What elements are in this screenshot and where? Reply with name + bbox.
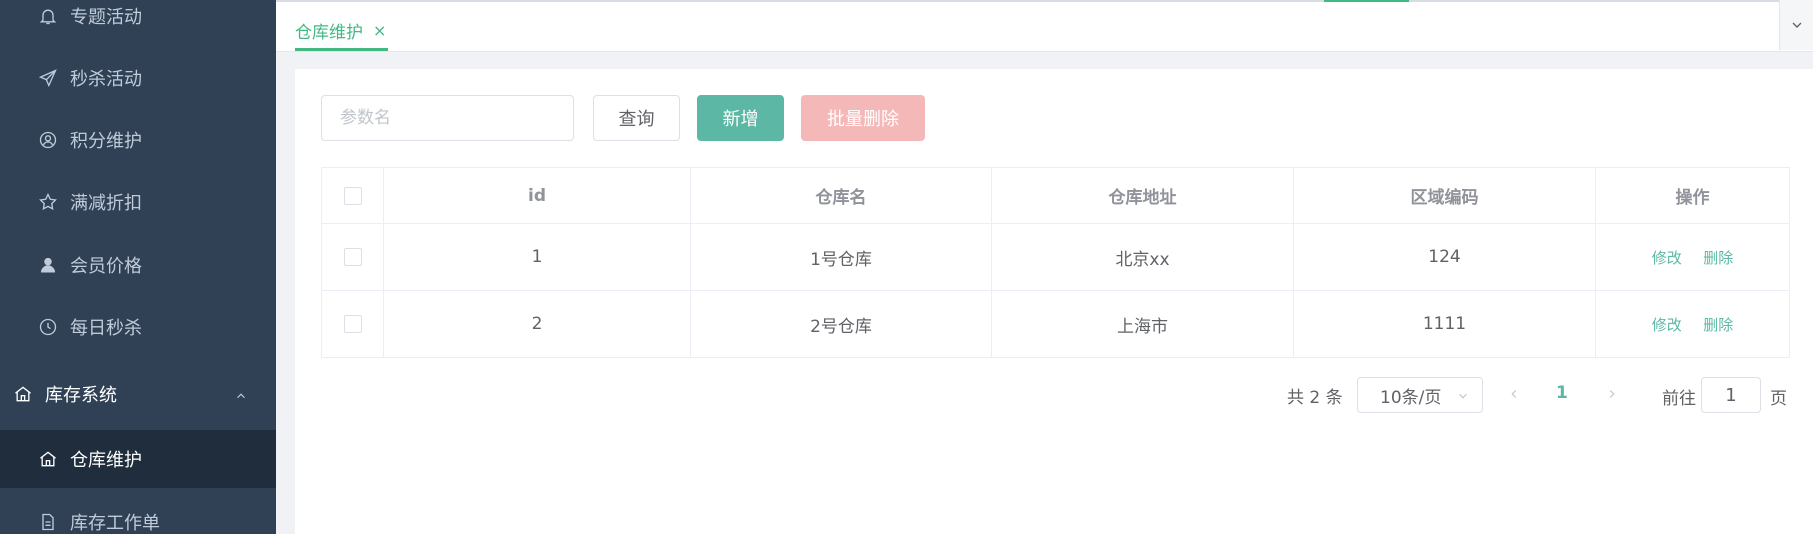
sidebar-item-label: 每日秒杀 <box>70 318 142 339</box>
row-checkbox[interactable] <box>343 315 362 333</box>
send-icon <box>38 68 58 88</box>
pagination: 共 2 条 10条/页 1 前往 页 <box>295 377 1813 413</box>
header-checkbox-cell <box>321 167 384 224</box>
tab-label: 仓库维护 <box>295 22 363 43</box>
cell-actions: 修改 删除 <box>1595 223 1790 291</box>
sidebar-item-label: 库存工作单 <box>70 513 160 534</box>
add-button[interactable]: 新增 <box>697 95 784 141</box>
cell-name: 2号仓库 <box>690 290 992 358</box>
batch-delete-button[interactable]: 批量删除 <box>801 95 925 141</box>
next-page-button[interactable] <box>1605 385 1619 406</box>
tab-warehouse[interactable]: 仓库维护 × <box>295 10 386 50</box>
delete-link[interactable]: 删除 <box>1703 316 1733 334</box>
sidebar-item-label: 仓库维护 <box>70 450 142 471</box>
column-header-name: 仓库名 <box>690 167 992 224</box>
sidebar-item-label: 专题活动 <box>70 7 142 28</box>
sidebar-item-daily-flash[interactable]: 每日秒杀 <box>0 298 276 356</box>
user-circle-icon <box>38 130 58 150</box>
star-icon <box>38 192 58 212</box>
warehouse-table: id 仓库名 仓库地址 区域编码 操作 1 1号仓库 北京xx 124 修改 删… <box>321 167 1790 358</box>
table-row: 1 1号仓库 北京xx 124 修改 删除 <box>321 223 1790 291</box>
document-icon <box>38 512 58 532</box>
close-icon[interactable]: × <box>373 21 386 40</box>
sidebar-item-member-price[interactable]: 会员价格 <box>0 236 276 294</box>
search-input[interactable] <box>321 95 574 141</box>
sidebar-item-points[interactable]: 积分维护 <box>0 111 276 169</box>
edit-link[interactable]: 修改 <box>1652 249 1682 267</box>
tab-active-indicator <box>295 48 388 51</box>
sidebar-item-label: 秒杀活动 <box>70 69 142 90</box>
cell-address: 上海市 <box>991 290 1294 358</box>
sidebar-item-stock-worksheet[interactable]: 库存工作单 <box>0 493 276 534</box>
user-icon <box>38 255 58 275</box>
column-header-address: 仓库地址 <box>991 167 1294 224</box>
table-row: 2 2号仓库 上海市 1111 修改 删除 <box>321 290 1790 358</box>
column-header-id: id <box>383 167 691 224</box>
tab-dropdown-button[interactable] <box>1779 0 1813 50</box>
sidebar-item-topic-activity[interactable]: 专题活动 <box>0 0 276 45</box>
sidebar-item-discount[interactable]: 满减折扣 <box>0 173 276 231</box>
cell-address: 北京xx <box>991 223 1294 291</box>
bell-icon <box>38 6 58 26</box>
tab-bar: 仓库维护 × <box>276 0 1813 52</box>
chevron-up-icon <box>234 387 248 408</box>
sidebar-item-warehouse[interactable]: 仓库维护 <box>0 430 276 488</box>
sidebar-group-label: 库存系统 <box>45 385 117 406</box>
row-checkbox[interactable] <box>343 248 362 266</box>
sidebar-item-label: 积分维护 <box>70 131 142 152</box>
chevron-right-icon <box>1609 390 1615 398</box>
page-size-value: 10条/页 <box>1380 387 1442 408</box>
page-number-current[interactable]: 1 <box>1556 383 1568 403</box>
divider <box>276 0 1813 2</box>
sidebar: 专题活动 秒杀活动 积分维护 满减折扣 会员价格 每日秒杀 库存系统 仓库维护 … <box>0 0 276 534</box>
cell-name: 1号仓库 <box>690 223 992 291</box>
column-header-actions: 操作 <box>1595 167 1790 224</box>
sidebar-item-label: 会员价格 <box>70 256 142 277</box>
main-card: 查询 新增 批量删除 id 仓库名 仓库地址 区域编码 操作 1 1号仓库 北京… <box>295 69 1813 534</box>
chevron-left-icon <box>1511 390 1517 398</box>
delete-link[interactable]: 删除 <box>1703 249 1733 267</box>
sidebar-group-inventory[interactable]: 库存系统 <box>0 365 276 423</box>
page-jump-input[interactable] <box>1701 377 1761 413</box>
column-header-area-code: 区域编码 <box>1293 167 1596 224</box>
edit-link[interactable]: 修改 <box>1652 316 1682 334</box>
goto-label: 前往 <box>1662 389 1696 409</box>
page-unit-label: 页 <box>1770 389 1787 409</box>
cell-actions: 修改 删除 <box>1595 290 1790 358</box>
table-header-row: id 仓库名 仓库地址 区域编码 操作 <box>321 167 1790 224</box>
cell-area-code: 1111 <box>1293 290 1596 358</box>
cell-id: 2 <box>383 290 691 358</box>
sidebar-item-label: 满减折扣 <box>70 193 142 214</box>
scroll-indicator <box>1324 0 1409 2</box>
select-all-checkbox[interactable] <box>343 186 362 205</box>
prev-page-button[interactable] <box>1507 385 1521 406</box>
pagination-total: 共 2 条 <box>1287 388 1343 408</box>
cell-area-code: 124 <box>1293 223 1596 291</box>
page-size-select[interactable]: 10条/页 <box>1357 377 1483 413</box>
row-checkbox-cell <box>321 223 384 291</box>
chevron-down-icon <box>1456 388 1470 408</box>
clock-icon <box>38 317 58 337</box>
cell-id: 1 <box>383 223 691 291</box>
chevron-down-icon <box>1792 22 1801 28</box>
home-icon <box>13 384 33 404</box>
sidebar-item-flash-sale[interactable]: 秒杀活动 <box>0 49 276 107</box>
row-checkbox-cell <box>321 290 384 358</box>
home-icon <box>38 449 58 469</box>
query-button[interactable]: 查询 <box>593 95 680 141</box>
